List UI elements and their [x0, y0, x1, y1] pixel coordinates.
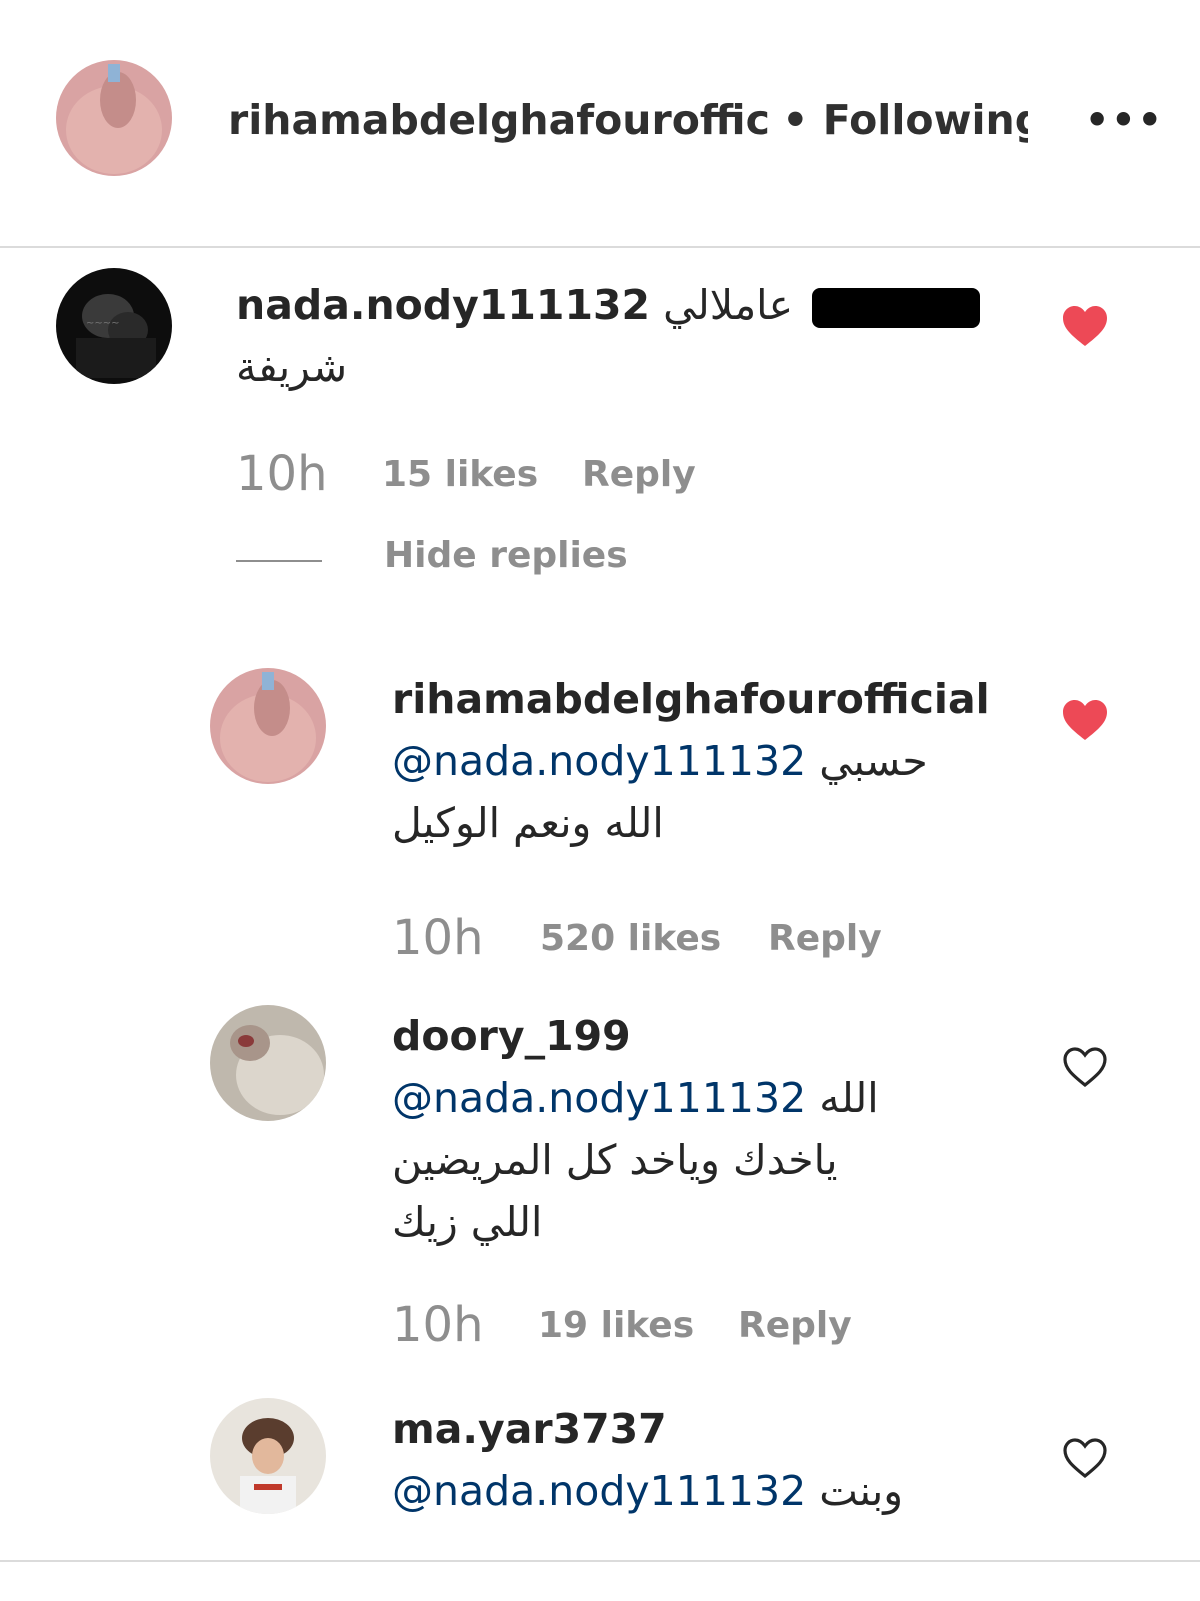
comment-body: nada.nody111132 عاملالي شريفة: [236, 274, 996, 398]
comment-username[interactable]: nada.nody111132: [236, 281, 650, 329]
reply-text-line2: الله ونعم الوكيل: [392, 799, 664, 847]
comment-text-line1: عاملالي: [663, 281, 794, 329]
like-heart-icon[interactable]: [1060, 698, 1110, 742]
reply-body: ma.yar3737 @nada.nody111132 وبنت: [392, 1398, 1012, 1522]
reply-username[interactable]: ma.yar3737: [392, 1398, 1012, 1460]
footer-divider: [0, 1560, 1200, 1562]
more-options-icon[interactable]: •••: [1085, 98, 1164, 142]
reply-item: rihamabdelghafourofficial @nada.nody1111…: [0, 668, 1200, 968]
comment-meta: 10h 15 likes Reply: [236, 446, 936, 514]
follow-status-button[interactable]: Following: [823, 96, 1028, 144]
reply-mention-link[interactable]: @nada.nody111132: [392, 1467, 806, 1515]
hide-replies-label[interactable]: Hide replies: [384, 535, 628, 576]
like-heart-icon[interactable]: [1060, 304, 1110, 348]
comment-text-line2: شريفة: [236, 343, 348, 391]
comment-time: 10h: [236, 446, 328, 502]
reply-time: 10h: [392, 1297, 484, 1353]
reply-reply-button[interactable]: Reply: [738, 1305, 852, 1346]
header-username[interactable]: rihamabdelghafourofficial: [228, 96, 768, 144]
reply-avatar[interactable]: [210, 1005, 326, 1121]
comment-likes[interactable]: 15 likes: [382, 454, 538, 495]
like-heart-outline-icon[interactable]: [1060, 1436, 1110, 1480]
reply-mention-link[interactable]: @nada.nody111132: [392, 737, 806, 785]
reply-avatar[interactable]: [210, 668, 326, 784]
comment-item: ~~~~ nada.nody111132 عاملالي شريفة 10h 1…: [0, 268, 1200, 508]
svg-text:~~~~: ~~~~: [86, 318, 120, 329]
comment-reply-button[interactable]: Reply: [582, 454, 696, 495]
header-title: rihamabdelghafourofficial • Following: [228, 96, 1028, 144]
profile-avatar[interactable]: [56, 60, 172, 176]
reply-item: doory_199 @nada.nody111132 الله ياخدك وي…: [0, 1005, 1200, 1365]
reply-body: doory_199 @nada.nody111132 الله ياخدك وي…: [392, 1005, 1012, 1253]
reply-text-line1: الله: [819, 1074, 879, 1122]
reply-item: ma.yar3737 @nada.nody111132 وبنت: [0, 1398, 1200, 1548]
reply-likes[interactable]: 520 likes: [540, 918, 721, 959]
reply-mention-link[interactable]: @nada.nody111132: [392, 1074, 806, 1122]
header-separator: •: [782, 96, 809, 144]
reply-body: rihamabdelghafourofficial @nada.nody1111…: [392, 668, 1012, 854]
commenter-avatar[interactable]: ~~~~: [56, 268, 172, 384]
reply-avatar[interactable]: [210, 1398, 326, 1514]
reply-text-line1: وبنت: [819, 1467, 904, 1515]
reply-text-line2: ياخدك وياخد كل المريضين: [392, 1136, 838, 1184]
reply-meta: 10h 520 likes Reply: [392, 910, 1092, 978]
reply-likes[interactable]: 19 likes: [538, 1305, 694, 1346]
reply-text-line3: اللي زيك: [392, 1198, 543, 1246]
post-header: rihamabdelghafourofficial • Following ••…: [0, 0, 1200, 248]
reply-username[interactable]: rihamabdelghafourofficial: [392, 668, 1012, 730]
reply-meta: 10h 19 likes Reply: [392, 1297, 1092, 1365]
reply-time: 10h: [392, 910, 484, 966]
reply-reply-button[interactable]: Reply: [768, 918, 882, 959]
header-divider: [0, 246, 1200, 248]
redaction-block: [812, 288, 981, 328]
hide-replies-line: [236, 560, 322, 562]
like-heart-outline-icon[interactable]: [1060, 1045, 1110, 1089]
reply-username[interactable]: doory_199: [392, 1005, 1012, 1067]
reply-text-line1: حسبي: [819, 737, 928, 785]
